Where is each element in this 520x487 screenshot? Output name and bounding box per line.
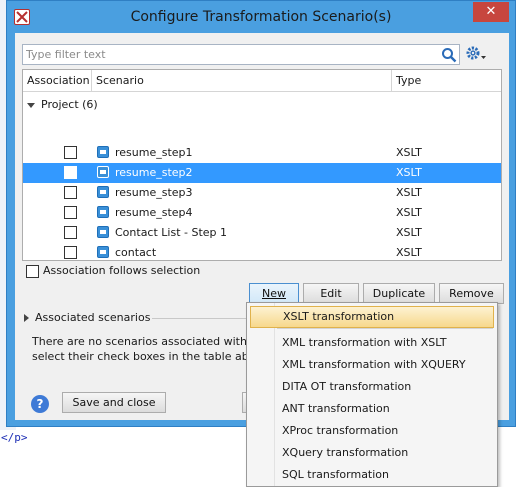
association-checkbox[interactable] [64,246,77,259]
menu-item-xslt-transformation[interactable]: XSLT transformation [250,306,494,328]
group-label: Project (6) [41,98,98,111]
scenario-type: XSLT [396,226,422,239]
column-header-type[interactable]: Type [392,70,500,91]
scenario-type: XSLT [396,206,422,219]
search-icon[interactable] [441,47,457,63]
associated-scenarios-header[interactable]: Associated scenarios [24,310,150,326]
association-checkbox[interactable] [64,166,77,179]
scenario-type: XSLT [396,186,422,199]
menu-item-ant[interactable]: ANT transformation [250,398,494,420]
new-button[interactable]: New [249,283,299,304]
editor-closing-tag: </p> [1,431,28,444]
duplicate-button[interactable]: Duplicate [363,283,435,304]
dialog-title: Configure Transformation Scenario(s) [130,9,392,25]
title-bar[interactable]: Configure Transformation Scenario(s) ✕ [7,1,515,33]
menu-item-xml-with-xquery[interactable]: XML transformation with XQUERY [250,354,494,376]
scenario-name: Contact List - Step 1 [115,226,228,239]
scenarios-table: Association Scenario Type Project (6) re… [22,69,502,261]
scenario-icon [97,226,109,238]
scenario-icon [97,186,109,198]
collapse-triangle-icon[interactable] [24,314,29,322]
scenario-type: XSLT [396,246,422,259]
menu-separator [277,328,493,329]
table-row[interactable]: contact XSLT [23,243,501,263]
help-icon[interactable]: ? [31,395,49,413]
menu-item-xml-with-xslt[interactable]: XML transformation with XSLT [250,332,494,354]
menu-item-dita-ot[interactable]: DITA OT transformation [250,376,494,398]
new-scenario-menu: XSLT transformation XML transformation w… [246,302,498,487]
scenario-type: XSLT [396,146,422,159]
scenario-icon [97,246,109,258]
column-header-scenario[interactable]: Scenario [92,70,391,91]
scenario-name: resume_step4 [115,206,193,219]
table-row[interactable]: resume_step4 XSLT [23,203,501,223]
group-row-project[interactable]: Project (6) [23,96,98,114]
follow-selection-checkbox[interactable] [26,264,39,278]
table-row[interactable]: Contact List - Step 1 XSLT [23,223,501,243]
table-row-selected[interactable]: resume_step2 XSLT [23,163,501,183]
menu-item-xproc[interactable]: XProc transformation [250,420,494,442]
association-checkbox[interactable] [64,146,77,159]
menu-item-sql[interactable]: SQL transformation [250,464,494,486]
scenario-icon [97,146,109,158]
scenario-type: XSLT [396,166,422,179]
scenario-name: resume_step2 [115,166,193,179]
table-header: Association Scenario Type [23,70,501,92]
message-line: select their check boxes in the table ab… [32,350,252,363]
edit-button[interactable]: Edit [303,283,359,304]
scenario-icon [97,206,109,218]
scenario-name: resume_step1 [115,146,193,159]
save-and-close-button[interactable]: Save and close [62,392,166,413]
menu-item-xquery[interactable]: XQuery transformation [250,442,494,464]
association-checkbox[interactable] [64,206,77,219]
scenario-name: contact [115,246,157,259]
expand-triangle-icon[interactable] [27,102,35,108]
filter-input[interactable] [23,45,433,64]
association-checkbox[interactable] [64,186,77,199]
section-divider [152,318,252,319]
follow-selection-label: Association follows selection [43,264,201,277]
column-header-association[interactable]: Association [23,70,91,91]
table-row[interactable]: resume_step1 XSLT [23,143,501,163]
message-line: There are no scenarios associated with t… [32,335,252,348]
associated-scenarios-message: There are no scenarios associated with t… [32,334,252,364]
gear-icon[interactable] [465,45,487,63]
association-checkbox[interactable] [64,226,77,239]
table-row[interactable]: resume_step3 XSLT [23,183,501,203]
association-follows-selection[interactable]: Association follows selection [26,264,200,280]
associated-scenarios-label: Associated scenarios [35,311,151,324]
filter-box [22,44,460,65]
scenario-icon [97,166,109,178]
scenario-name: resume_step3 [115,186,193,199]
new-button-label: New [262,287,286,300]
close-button[interactable]: ✕ [473,2,509,22]
remove-button[interactable]: Remove [439,283,504,304]
